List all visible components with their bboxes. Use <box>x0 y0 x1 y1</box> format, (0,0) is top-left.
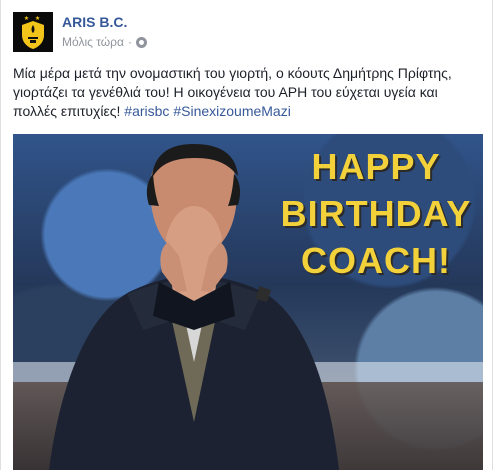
birthday-title: HAPPY BIRTHDAY COACH! <box>271 147 481 279</box>
globe-icon[interactable] <box>135 36 147 48</box>
avatar[interactable]: ★ ★ <box>13 12 53 52</box>
post-header: ★ ★ ARIS B.C. Μόλις τώρα · <box>13 12 147 56</box>
hashtag-arisbc[interactable]: #arisbc <box>124 103 169 119</box>
timestamp[interactable]: Μόλις τώρα <box>62 34 124 50</box>
hashtag-sinexizoumemazi[interactable]: #SinexizoumeMazi <box>173 103 291 119</box>
title-line-coach: COACH! <box>301 240 451 281</box>
facebook-post: ★ ★ ARIS B.C. Μόλις τώρα · Μία μέρα μετά… <box>0 0 493 470</box>
time-row: Μόλις τώρα · <box>62 34 147 50</box>
post-message: Μία μέρα μετά την ονομαστική του γιορτή,… <box>13 64 483 121</box>
title-line-happy: HAPPY <box>311 146 441 187</box>
logo-stars: ★ ★ <box>23 16 43 22</box>
page-name-link[interactable]: ARIS B.C. <box>62 13 147 31</box>
post-meta: ARIS B.C. Μόλις τώρα · <box>62 13 147 56</box>
aris-logo-icon <box>22 21 44 49</box>
separator: · <box>127 35 132 49</box>
post-image[interactable]: HAPPY BIRTHDAY COACH! <box>13 134 483 470</box>
title-line-birthday: BIRTHDAY <box>280 193 472 234</box>
